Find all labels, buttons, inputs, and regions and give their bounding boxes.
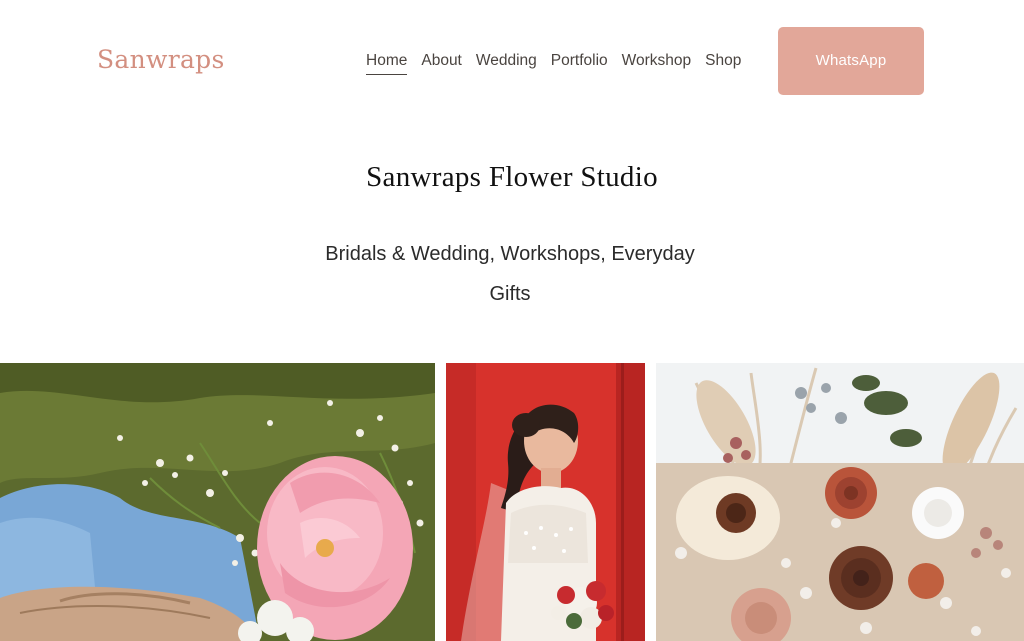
main-nav: Home About Wedding Portfolio Workshop Sh…: [366, 50, 741, 75]
bride-with-bouquet-photo: [446, 363, 645, 641]
nav-item-home[interactable]: Home: [366, 50, 408, 75]
whatsapp-button[interactable]: WhatsApp: [778, 27, 924, 95]
gallery-image-dried-bouquet[interactable]: [656, 363, 1024, 641]
subtitle-line-2: Gifts: [489, 283, 531, 305]
nav-item-workshop[interactable]: Workshop: [622, 50, 692, 75]
site-header: Sanwraps Home About Wedding Portfolio Wo…: [0, 0, 1024, 122]
nav-item-shop[interactable]: Shop: [705, 50, 741, 75]
nav-item-about[interactable]: About: [421, 50, 462, 75]
subtitle-line-1: Bridals & Wedding, Workshops, Everyday: [325, 243, 695, 265]
gallery-image-flowers-on-moss[interactable]: [0, 363, 435, 641]
nav-item-wedding[interactable]: Wedding: [476, 50, 537, 75]
page-subtitle: Bridals & Wedding, Workshops, Everyday Gi…: [300, 234, 720, 314]
dried-flower-bouquet-photo: [656, 363, 1024, 641]
flowers-on-moss-photo: [0, 363, 435, 641]
nav-item-portfolio[interactable]: Portfolio: [551, 50, 608, 75]
image-gallery: [0, 363, 1024, 641]
site-logo[interactable]: Sanwraps: [97, 42, 225, 78]
page-title: Sanwraps Flower Studio: [366, 161, 658, 193]
gallery-image-bride[interactable]: [446, 363, 645, 641]
